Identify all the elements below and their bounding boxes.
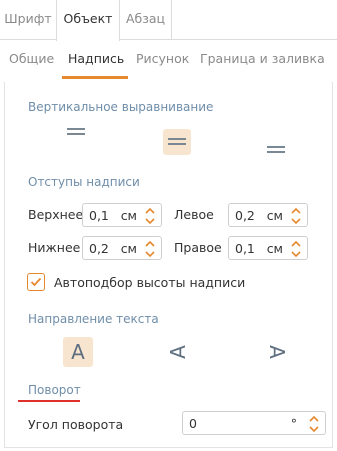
- align-top-button[interactable]: [62, 121, 90, 147]
- text-rotate-left-icon: A: [166, 345, 190, 359]
- subtab-textbox-label: Надпись: [68, 51, 125, 66]
- align-bottom-button[interactable]: [262, 137, 290, 163]
- rotation-angle-value: 0: [189, 416, 197, 431]
- margins-title: Отступы надписи: [28, 175, 140, 189]
- align-bottom-icon: [267, 146, 285, 156]
- rotation-angle-arrows-icon[interactable]: [308, 414, 320, 434]
- text-rotate-left-button[interactable]: A: [163, 337, 193, 367]
- text-rotate-right-button[interactable]: A: [262, 337, 292, 367]
- rotation-angle-label: Угол поворота: [28, 417, 124, 432]
- tab-paragraph[interactable]: Абзац: [120, 0, 172, 40]
- left-margin-stepper[interactable]: 0,2 см: [228, 203, 308, 227]
- text-horizontal-icon: A: [71, 340, 85, 364]
- rotation-angle-unit: °: [290, 416, 297, 431]
- subtab-general[interactable]: Общие: [9, 41, 54, 79]
- top-margin-stepper[interactable]: 0,1 см: [82, 203, 162, 227]
- checkmark-icon: [30, 277, 42, 287]
- rotation-angle-stepper[interactable]: 0 °: [182, 411, 326, 435]
- align-middle-button[interactable]: [163, 129, 191, 155]
- rotation-title-underline: [18, 400, 80, 402]
- right-margin-stepper[interactable]: 0,1 см: [228, 236, 308, 260]
- right-margin-value: 0,1: [235, 241, 255, 256]
- tab-font[interactable]: Шрифт: [0, 0, 56, 40]
- top-margin-label: Верхнее: [28, 207, 84, 222]
- subtab-picture[interactable]: Рисунок: [136, 41, 189, 79]
- left-margin-label: Левое: [174, 207, 214, 222]
- right-margin-unit: см: [266, 241, 283, 256]
- active-tab-underline: [62, 76, 128, 79]
- subtab-textbox[interactable]: Надпись: [62, 41, 128, 79]
- bottom-margin-value: 0,2: [89, 241, 109, 256]
- bottom-margin-arrows-icon[interactable]: [144, 239, 156, 259]
- top-tab-bar: Шрифт Объект Абзац: [0, 0, 337, 41]
- align-top-icon: [67, 128, 85, 138]
- text-rotate-right-icon: A: [265, 345, 289, 359]
- left-margin-unit: см: [266, 208, 283, 223]
- right-margin-arrows-icon[interactable]: [290, 239, 302, 259]
- text-direction-title: Направление текста: [28, 312, 159, 326]
- bottom-margin-stepper[interactable]: 0,2 см: [82, 236, 162, 260]
- autofit-checkbox[interactable]: [27, 273, 45, 291]
- bottom-margin-unit: см: [120, 241, 137, 256]
- format-panel: Шрифт Объект Абзац Общие Надпись Рисунок…: [0, 0, 337, 451]
- rotation-title: Поворот: [28, 383, 81, 397]
- vertical-alignment-title: Вертикальное выравнивание: [28, 100, 214, 114]
- autofit-label: Автоподбор высоты надписи: [54, 275, 246, 290]
- top-margin-value: 0,1: [89, 208, 109, 223]
- left-margin-arrows-icon[interactable]: [290, 206, 302, 226]
- tab-object[interactable]: Объект: [56, 0, 120, 41]
- align-middle-icon: [168, 138, 186, 148]
- right-margin-label: Правое: [174, 240, 222, 255]
- sub-tab-bar: Общие Надпись Рисунок Граница и заливка: [0, 41, 337, 79]
- top-margin-unit: см: [120, 208, 137, 223]
- top-margin-arrows-icon[interactable]: [144, 206, 156, 226]
- subtab-border-fill[interactable]: Граница и заливка: [200, 41, 325, 79]
- left-margin-value: 0,2: [235, 208, 255, 223]
- text-horizontal-button[interactable]: A: [63, 337, 93, 367]
- bottom-margin-label: Нижнее: [28, 240, 81, 255]
